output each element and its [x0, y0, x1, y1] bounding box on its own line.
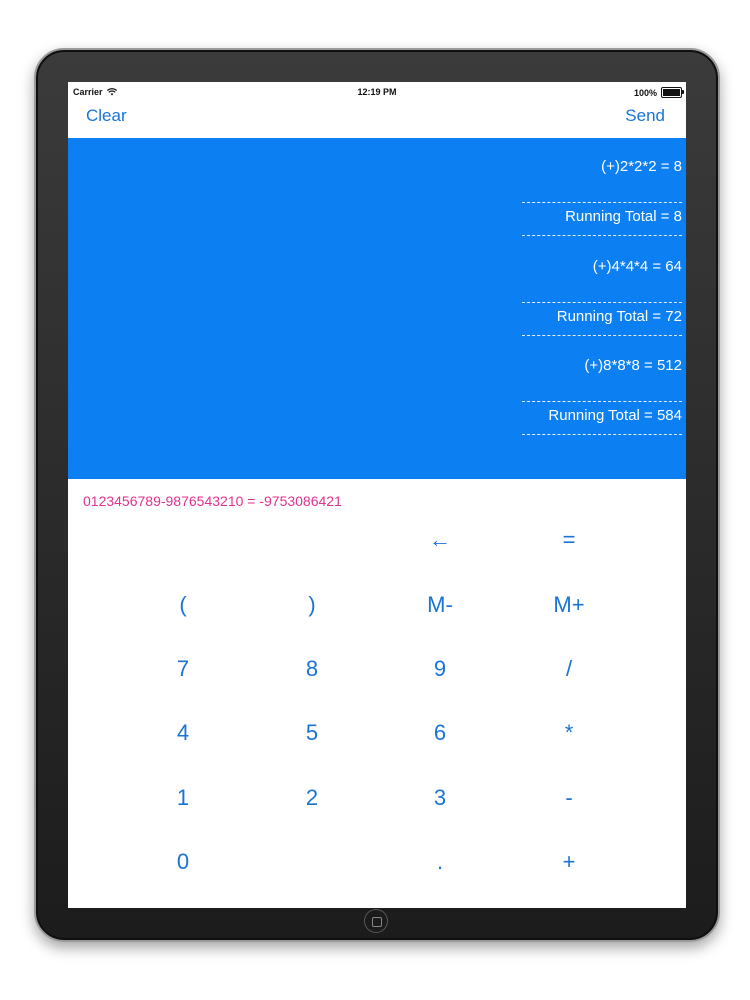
- backspace-key[interactable]: ←: [390, 520, 490, 560]
- keypad: ← = ( ) M- M+ 7 8 9 / 4 5 6 * 1 2 3 - 0 …: [68, 82, 686, 908]
- digit-5-key[interactable]: 5: [262, 713, 362, 753]
- divide-key[interactable]: /: [519, 649, 619, 689]
- memory-plus-key[interactable]: M+: [519, 585, 619, 625]
- digit-1-key[interactable]: 1: [133, 778, 233, 818]
- multiply-key[interactable]: *: [519, 713, 619, 753]
- decimal-key[interactable]: .: [390, 842, 490, 882]
- digit-3-key[interactable]: 3: [390, 778, 490, 818]
- digit-4-key[interactable]: 4: [133, 713, 233, 753]
- home-button[interactable]: [364, 909, 388, 933]
- digit-6-key[interactable]: 6: [390, 713, 490, 753]
- minus-key[interactable]: -: [519, 778, 619, 818]
- open-paren-key[interactable]: (: [133, 585, 233, 625]
- app-screen: Carrier 12:19 PM 100% Clear Send (+)2*2*…: [68, 82, 686, 908]
- digit-0-key[interactable]: 0: [133, 842, 233, 882]
- plus-key[interactable]: +: [519, 842, 619, 882]
- equals-key[interactable]: =: [519, 520, 619, 560]
- digit-9-key[interactable]: 9: [390, 649, 490, 689]
- digit-8-key[interactable]: 8: [262, 649, 362, 689]
- digit-2-key[interactable]: 2: [262, 778, 362, 818]
- memory-minus-key[interactable]: M-: [390, 585, 490, 625]
- close-paren-key[interactable]: ): [262, 585, 362, 625]
- digit-7-key[interactable]: 7: [133, 649, 233, 689]
